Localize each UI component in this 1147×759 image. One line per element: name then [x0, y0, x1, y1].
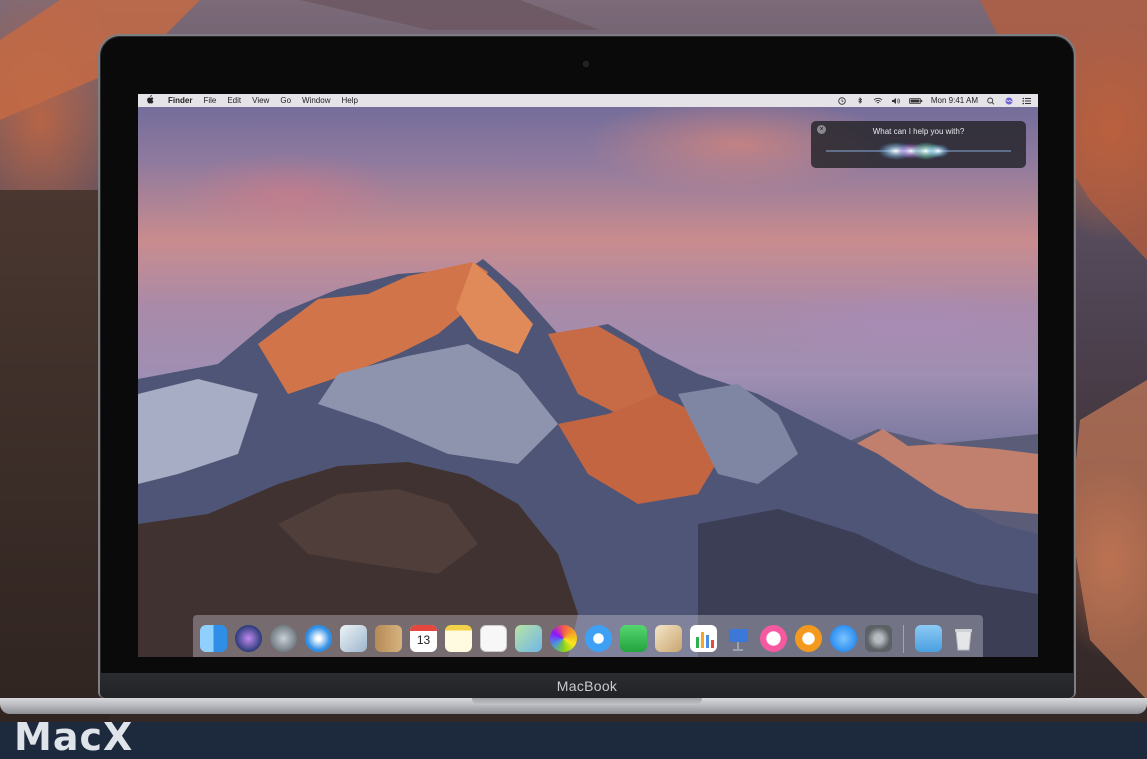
system-preferences-icon[interactable]	[865, 625, 892, 652]
laptop-base-notch	[472, 698, 702, 705]
ibooks-icon[interactable]	[795, 625, 822, 652]
menu-go[interactable]: Go	[280, 96, 291, 105]
menu-window[interactable]: Window	[302, 96, 330, 105]
menu-help[interactable]: Help	[341, 96, 357, 105]
contacts-icon[interactable]	[375, 625, 402, 652]
wifi-icon[interactable]	[873, 97, 883, 105]
menu-finder[interactable]: Finder	[168, 96, 192, 105]
facetime-icon[interactable]	[620, 625, 647, 652]
menu-view[interactable]: View	[252, 96, 269, 105]
background-rocks	[0, 190, 110, 722]
dock: 13	[193, 615, 983, 657]
bluetooth-icon[interactable]	[855, 96, 865, 105]
menu-file[interactable]: File	[203, 96, 216, 105]
dock-divider	[903, 625, 904, 653]
maps-icon[interactable]	[515, 625, 542, 652]
keynote-icon[interactable]	[725, 625, 752, 652]
watermark: MacX	[14, 715, 134, 759]
safari-icon[interactable]	[305, 625, 332, 652]
calendar-icon[interactable]: 13	[410, 625, 437, 652]
preview-icon[interactable]	[655, 625, 682, 652]
mail-icon[interactable]	[340, 625, 367, 652]
apple-menu-icon[interactable]	[144, 95, 156, 106]
device-label: MacBook	[556, 678, 618, 694]
messages-icon[interactable]	[585, 625, 612, 652]
menu-clock[interactable]: Mon 9:41 AM	[931, 96, 978, 105]
app-store-icon[interactable]	[830, 625, 857, 652]
time-machine-icon[interactable]	[837, 96, 847, 105]
itunes-icon[interactable]	[760, 625, 787, 652]
photos-icon[interactable]	[550, 625, 577, 652]
downloads-folder-icon[interactable]	[915, 625, 942, 652]
menu-bar: Finder File Edit View Go Window Help Mon…	[138, 94, 1038, 107]
camera-icon	[583, 61, 589, 67]
desktop-screen[interactable]: Finder File Edit View Go Window Help Mon…	[138, 94, 1038, 657]
trash-icon[interactable]	[950, 625, 977, 652]
reminders-icon[interactable]	[480, 625, 507, 652]
siri-waveform-icon	[826, 142, 1011, 160]
notes-icon[interactable]	[445, 625, 472, 652]
siri-menu-icon[interactable]	[1004, 97, 1014, 105]
menu-edit[interactable]: Edit	[227, 96, 241, 105]
finder-icon[interactable]	[200, 625, 227, 652]
calendar-day: 13	[416, 633, 431, 647]
volume-icon[interactable]	[891, 97, 901, 105]
launchpad-icon[interactable]	[270, 625, 297, 652]
numbers-icon[interactable]	[690, 625, 717, 652]
spotlight-search-icon[interactable]	[986, 97, 996, 105]
siri-prompt: What can I help you with?	[872, 127, 965, 136]
battery-icon[interactable]	[908, 97, 923, 105]
mountain-wallpaper	[138, 259, 1038, 657]
status-menus: Mon 9:41 AM	[837, 96, 1032, 105]
watermark-bar	[0, 722, 1147, 759]
siri-panel[interactable]: × What can I help you with?	[811, 121, 1026, 168]
siri-icon[interactable]	[235, 625, 262, 652]
notification-center-icon[interactable]	[1022, 97, 1032, 105]
